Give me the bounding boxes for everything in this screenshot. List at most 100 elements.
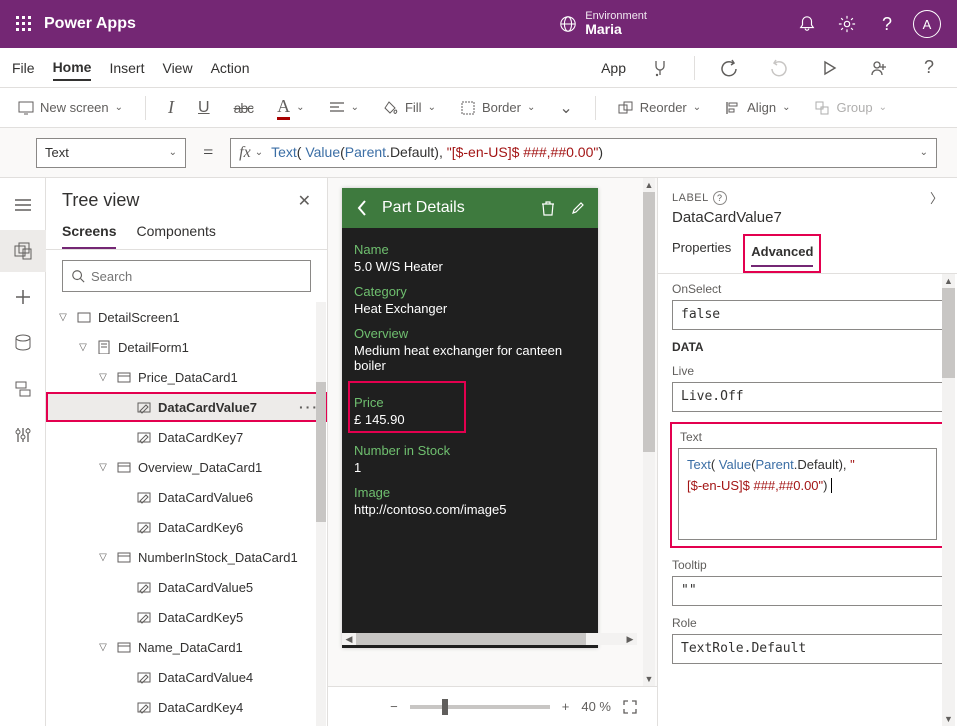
undo-icon[interactable] [713,52,745,84]
text-align-button[interactable]: ⌄ [323,97,365,119]
zoom-out-button[interactable]: − [386,699,402,714]
text-label: Text [680,430,937,444]
tree-node-DataCardValue6[interactable]: DataCardValue6 [46,482,327,512]
canvas-v-scrollbar[interactable]: ▲ ▼ [641,178,657,686]
formula-input[interactable]: fx⌄ Text( Value(Parent.Default), "[$-en-… [230,138,937,168]
tree-search-input[interactable] [91,269,302,284]
menu-view[interactable]: View [162,56,192,80]
card-icon [116,549,132,565]
rail-insert-icon[interactable] [0,276,46,318]
rail-tree-view-icon[interactable] [0,230,46,272]
phone-body: Name5.0 W/S HeaterCategoryHeat Exchanger… [342,228,598,525]
new-screen-button[interactable]: New screen ⌄ [12,96,129,120]
tab-properties[interactable]: Properties [672,234,731,273]
menu-help-icon[interactable]: ? [913,52,945,84]
tree-node-DetailForm1[interactable]: ▽DetailForm1 [46,332,327,362]
menu-action[interactable]: Action [211,56,250,80]
environment-picker[interactable]: Environment Maria [559,10,647,37]
props-scrollbar[interactable]: ▲ ▼ [941,274,957,726]
tree-node-DataCardKey6[interactable]: DataCardKey6 [46,512,327,542]
italic-button[interactable]: I [162,93,180,122]
props-collapse-icon[interactable]: 〉 [930,188,943,207]
env-label: Environment [585,10,647,22]
waffle-icon[interactable] [10,10,38,38]
tree-node-label: DataCardKey5 [158,610,243,625]
tree-close-icon[interactable]: ✕ [298,191,311,211]
edit-icon[interactable] [568,198,588,218]
settings-icon[interactable] [827,0,867,48]
format-dropdown-button[interactable]: ⌄ [553,94,578,122]
reorder-button[interactable]: Reorder⌄ [612,96,707,120]
tree-node-Overview_DataCard1[interactable]: ▽Overview_DataCard1 [46,452,327,482]
help-circle-icon[interactable]: ? [713,191,727,205]
tree-node-DataCardValue5[interactable]: DataCardValue5 [46,572,327,602]
tree-node-DataCardValue4[interactable]: DataCardValue4 [46,662,327,692]
border-icon [460,100,476,116]
field-value[interactable]: Heat Exchanger [354,301,586,316]
delete-icon[interactable] [538,198,558,218]
menu-insert[interactable]: Insert [109,56,144,80]
tab-advanced[interactable]: Advanced [751,238,813,267]
border-button[interactable]: Border⌄ [454,96,541,120]
text-input[interactable]: Text( Value(Parent.Default), "[$-en-US]$… [678,448,937,540]
fit-to-screen-icon[interactable] [619,700,641,714]
tree-tab-components[interactable]: Components [136,215,215,249]
canvas-h-scrollbar[interactable]: ◀ ▶ [342,632,637,646]
label-icon [136,489,152,505]
menu-file[interactable]: File [12,56,35,80]
tree-node-DataCardKey5[interactable]: DataCardKey5 [46,602,327,632]
share-icon[interactable] [863,52,895,84]
tree-node-Name_DataCard1[interactable]: ▽Name_DataCard1 [46,632,327,662]
onselect-input[interactable]: false [672,300,943,330]
field-value[interactable]: Medium heat exchanger for canteen boiler [354,343,586,373]
zoom-slider[interactable] [410,705,550,709]
role-input[interactable]: TextRole.Default [672,634,943,664]
main-area: Tree view ✕ Screens Components ▽DetailSc… [0,178,957,726]
rail-media-icon[interactable] [0,368,46,410]
play-icon[interactable] [813,52,845,84]
help-icon[interactable]: ? [867,0,907,48]
tree-node-label: DataCardKey4 [158,700,243,715]
tree-node-label: DataCardValue4 [158,670,253,685]
phone-preview[interactable]: Part Details Name5.0 W/S HeaterCategoryH… [342,188,598,648]
tree-scrollbar[interactable] [316,302,326,726]
environment-icon [559,15,577,33]
group-button[interactable]: Group⌄ [808,96,893,120]
redo-icon[interactable] [763,52,795,84]
menu-app[interactable]: App [601,56,626,80]
tree-node-DataCardKey4[interactable]: DataCardKey4 [46,692,327,722]
tooltip-input[interactable]: "" [672,576,943,606]
tree-search-box[interactable] [62,260,311,292]
formula-bar-row: Text ⌄ = fx⌄ Text( Value(Parent.Default)… [0,128,957,178]
menu-bar: File Home Insert View Action App ? [0,48,957,88]
align-button[interactable]: Align⌄ [719,96,796,120]
tree-node-DataCardValue7[interactable]: DataCardValue7··· [46,392,327,422]
font-color-button[interactable]: A⌄ [271,92,310,124]
field-value[interactable]: 1 [354,460,586,475]
onselect-label: OnSelect [672,282,943,296]
tree-node-DetailScreen1[interactable]: ▽DetailScreen1 [46,302,327,332]
underline-button[interactable]: U [192,95,216,121]
tree-node-NumberInStock_DataCard1[interactable]: ▽NumberInStock_DataCard1 [46,542,327,572]
field-value[interactable]: http://contoso.com/image5 [354,502,586,517]
tree-node-DataCardKey7[interactable]: DataCardKey7 [46,422,327,452]
field-value-price[interactable]: £ 145.90 [354,412,460,427]
menu-home[interactable]: Home [53,55,92,81]
rail-data-icon[interactable] [0,322,46,364]
app-checker-icon[interactable] [644,52,676,84]
fill-icon [383,100,399,116]
account-avatar[interactable]: A [907,0,947,48]
canvas-scroll[interactable]: Part Details Name5.0 W/S HeaterCategoryH… [328,178,657,686]
rail-advanced-tools-icon[interactable] [0,414,46,456]
field-value[interactable]: 5.0 W/S Heater [354,259,586,274]
tree-node-Price_DataCard1[interactable]: ▽Price_DataCard1 [46,362,327,392]
rail-hamburger-icon[interactable] [0,184,46,226]
property-dropdown[interactable]: Text ⌄ [36,138,186,168]
strikethrough-button[interactable]: abc [228,96,260,120]
live-input[interactable]: Live.Off [672,382,943,412]
notifications-icon[interactable] [787,0,827,48]
fill-button[interactable]: Fill⌄ [377,96,442,120]
zoom-in-button[interactable]: + [558,699,574,714]
back-icon[interactable] [352,198,372,218]
tree-tab-screens[interactable]: Screens [62,215,116,249]
